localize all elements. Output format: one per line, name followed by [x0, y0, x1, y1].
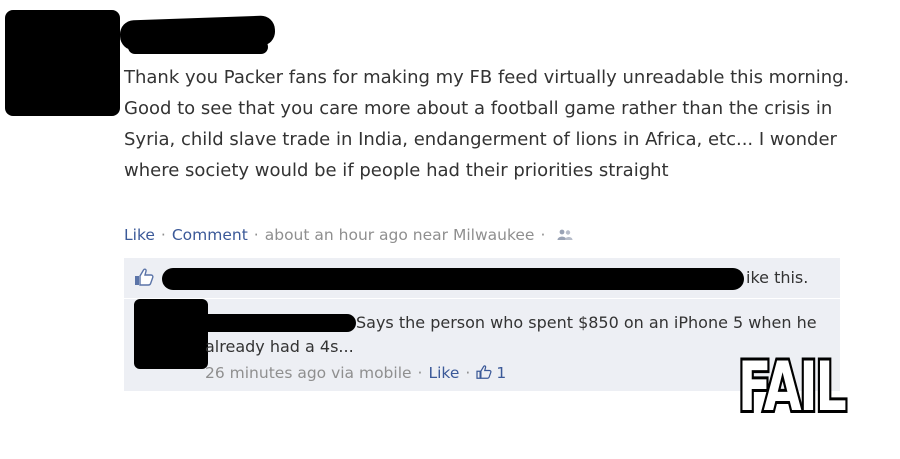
fail-stamp: FAIL: [736, 345, 849, 430]
comment-like-count[interactable]: 1: [496, 364, 506, 382]
comment-text: Says the person who spent $850 on an iPh…: [205, 313, 817, 356]
commenter-avatar[interactable]: [134, 299, 208, 369]
post-meta: Like · Comment · about an hour ago near Milw…: [124, 226, 573, 245]
thumbs-up-icon[interactable]: [476, 364, 492, 382]
post-timestamp[interactable]: about an hour ago near Milwaukee: [265, 226, 535, 244]
comment: Says the person who spent $850 on an iPh…: [124, 299, 840, 391]
friends-icon[interactable]: [557, 227, 573, 245]
separator-dot: ·: [540, 226, 546, 244]
thumbs-up-icon[interactable]: [134, 268, 154, 290]
separator-dot: ·: [253, 226, 259, 244]
like-link[interactable]: Like: [124, 226, 155, 244]
poster-avatar[interactable]: [5, 10, 120, 116]
redacted-liker-names: [162, 268, 744, 290]
comment-like-link[interactable]: Like: [428, 364, 459, 382]
redacted-poster-name-underline: [128, 40, 268, 54]
comment-timestamp[interactable]: 26 minutes ago via mobile: [205, 364, 412, 382]
likes-text: ike this.: [746, 268, 809, 287]
comment-meta: 26 minutes ago via mobile · Like · 1: [205, 364, 506, 382]
separator-dot: ·: [160, 226, 166, 244]
comment-link[interactable]: Comment: [172, 226, 248, 244]
separator-dot: ·: [465, 364, 471, 382]
separator-dot: ·: [417, 364, 423, 382]
post-text: Thank you Packer fans for making my FB f…: [124, 67, 850, 181]
likes-summary: ike this.: [124, 258, 840, 298]
